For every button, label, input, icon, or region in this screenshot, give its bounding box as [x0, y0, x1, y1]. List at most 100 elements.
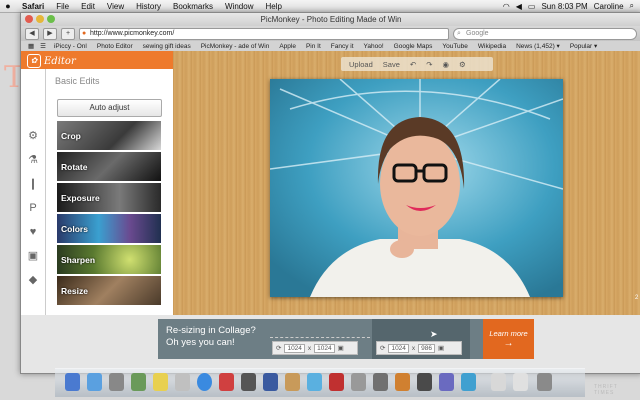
wifi-icon[interactable]: ◠ [503, 2, 510, 11]
safari-icon[interactable] [197, 373, 212, 391]
menu-file[interactable]: File [50, 2, 75, 11]
bookmark-item[interactable]: News (1,452) ▾ [511, 42, 565, 50]
save-button[interactable]: Save [383, 60, 400, 69]
volume-icon[interactable]: ◀ [516, 2, 522, 11]
bookmark-item[interactable]: Fancy it [326, 43, 359, 50]
documents-icon[interactable] [491, 373, 506, 391]
add-bookmark-icon[interactable]: + [61, 27, 75, 40]
address-bar[interactable]: ● http://www.picmonkey.com/ [79, 27, 449, 40]
garageband-icon[interactable] [373, 373, 388, 391]
text-icon[interactable]: P [26, 201, 40, 215]
forward-icon[interactable]: ▶ [43, 27, 57, 40]
calendar-icon[interactable] [219, 373, 234, 391]
finder-icon[interactable] [65, 373, 80, 391]
search-input[interactable]: ⌕ Google [453, 27, 637, 40]
tool-crop[interactable]: Crop [57, 121, 161, 150]
apple-icon[interactable]: ● [0, 1, 16, 11]
bookmark-item[interactable]: Wikipedia [473, 43, 511, 50]
bookmark-item[interactable]: Popular ▾ [565, 42, 602, 50]
close-window-icon[interactable] [25, 15, 33, 23]
auto-adjust-button[interactable]: Auto adjust [57, 99, 162, 117]
learn-more-label: Learn more [489, 329, 528, 338]
downloads-icon[interactable] [513, 373, 528, 391]
utility-icon[interactable] [417, 373, 432, 391]
compare-icon[interactable]: ◉ [442, 60, 449, 69]
tool-resize[interactable]: Resize [57, 276, 161, 305]
minimize-window-icon[interactable] [36, 15, 44, 23]
touch-up-icon[interactable]: ❙ [26, 177, 40, 191]
menu-bookmarks[interactable]: Bookmarks [167, 2, 219, 11]
bookmark-item[interactable]: Yahoo! [359, 43, 389, 50]
system-prefs-icon[interactable] [461, 373, 476, 391]
bookmarks-menu-icon[interactable]: ☰ [37, 42, 49, 50]
battery-icon[interactable]: ▭ [528, 2, 536, 11]
learn-more-button[interactable]: Learn more → [483, 319, 534, 359]
frames-icon[interactable]: ▣ [26, 249, 40, 263]
tool-rotate[interactable]: Rotate [57, 152, 161, 181]
mail-icon[interactable] [87, 373, 102, 391]
lock-icon: ▣ [438, 345, 445, 352]
facetime-icon[interactable] [241, 373, 256, 391]
edit-panel: ⚙ ⚗ ❙ P ♥ ▣ ◆ Basic Edits Auto adjust Cr… [21, 69, 173, 315]
window-title: PicMonkey - Photo Editing Made of Win [260, 15, 402, 24]
photo-preview[interactable] [270, 79, 563, 297]
rocket-icon[interactable] [109, 373, 124, 391]
menu-history[interactable]: History [130, 2, 167, 11]
itunes-icon[interactable] [307, 373, 322, 391]
user-name[interactable]: Caroline [594, 2, 624, 11]
stickies-icon[interactable] [153, 373, 168, 391]
arrow-right-icon: → [503, 338, 514, 349]
bookmark-item[interactable]: Pin It [301, 43, 326, 50]
bookmark-item[interactable]: iPiccy - Onl [49, 43, 92, 50]
bookmark-item[interactable]: Apple [274, 43, 301, 50]
editor-logo-text: Editor [44, 55, 76, 67]
editor-logo[interactable]: ✿ Editor [27, 54, 76, 68]
bookmark-item[interactable]: sewing gift ideas [138, 43, 196, 50]
times-sign: x [307, 344, 312, 352]
bookmark-item[interactable]: Photo Editor [92, 43, 138, 50]
menu-edit[interactable]: Edit [75, 2, 101, 11]
bookmark-item[interactable]: PicMonkey - ade of Win [196, 43, 275, 50]
upload-button[interactable]: Upload [349, 60, 373, 69]
width-value: 1024 [284, 343, 305, 353]
trash-icon[interactable] [537, 373, 552, 391]
textedit-icon[interactable] [439, 373, 454, 391]
keynote-icon[interactable] [395, 373, 410, 391]
overlays-hearts-icon[interactable]: ♥ [26, 225, 40, 239]
height-value: 1024 [314, 343, 335, 353]
iphoto-icon[interactable] [351, 373, 366, 391]
resize-field-2: ⟳ 1024 x 986 ▣ [376, 341, 462, 355]
photo-booth-icon[interactable] [175, 373, 190, 391]
editor-header: ✿ Editor [21, 51, 173, 69]
zoom-window-icon[interactable] [47, 15, 55, 23]
basic-edits-icon[interactable]: ⚙ [26, 129, 40, 143]
bookmarks-grid-icon[interactable]: ▦ [25, 42, 37, 50]
menu-help[interactable]: Help [259, 2, 287, 11]
tool-exposure[interactable]: Exposure [57, 183, 161, 212]
bookmark-item[interactable]: Google Maps [389, 43, 438, 50]
preview-icon[interactable] [285, 373, 300, 391]
promo-banner[interactable]: Re-sizing in Collage? Oh yes you can! ⟳ … [158, 319, 520, 359]
undo-icon[interactable]: ↶ [410, 60, 416, 69]
tool-colors[interactable]: Colors [57, 214, 161, 243]
redo-icon[interactable]: ↷ [426, 60, 432, 69]
search-icon: ⌕ [457, 29, 461, 37]
tool-sharpen[interactable]: Sharpen [57, 245, 161, 274]
dashboard-icon[interactable] [263, 373, 278, 391]
address-book-icon[interactable] [131, 373, 146, 391]
promo-line-2: Oh yes you can! [166, 337, 235, 348]
bookmark-item[interactable]: YouTube [437, 43, 473, 50]
spotlight-icon[interactable]: ⌕ [630, 1, 634, 11]
dock [55, 368, 585, 397]
clock[interactable]: Sun 8:03 PM [541, 2, 587, 11]
menu-window[interactable]: Window [219, 2, 259, 11]
textures-icon[interactable]: ◆ [26, 273, 40, 287]
height-value: 986 [418, 343, 436, 353]
movie-icon[interactable] [329, 373, 344, 391]
settings-gear-icon[interactable]: ⚙ [459, 60, 466, 69]
back-icon[interactable]: ◀ [25, 27, 39, 40]
menu-safari[interactable]: Safari [16, 2, 50, 11]
effects-flask-icon[interactable]: ⚗ [26, 153, 40, 167]
menu-view[interactable]: View [101, 2, 130, 11]
width-value: 1024 [388, 343, 409, 353]
